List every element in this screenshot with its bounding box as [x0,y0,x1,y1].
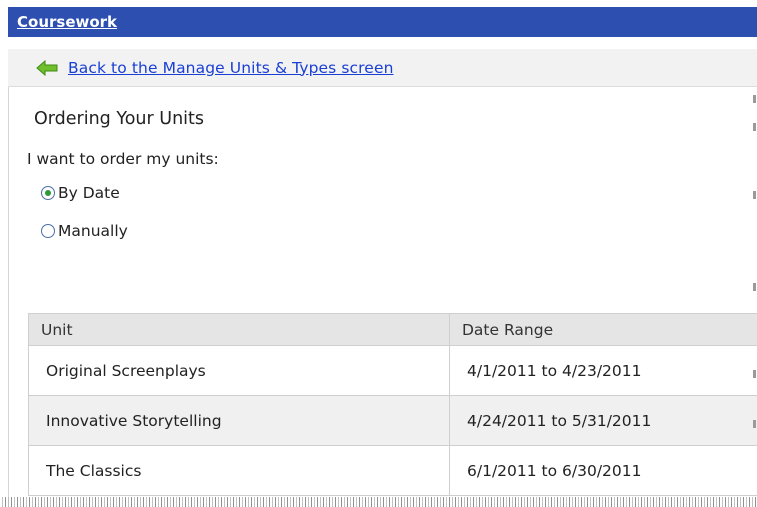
edge-fragment [753,191,756,199]
edge-fragment [753,420,756,428]
back-navigation-bar: Back to the Manage Units & Types screen [8,49,757,87]
radio-manually[interactable] [41,224,55,238]
edge-fragment [753,123,756,131]
table-header-row: Unit Date Range [28,313,757,346]
option-manually-label: Manually [58,222,128,240]
option-manually[interactable]: Manually [41,222,128,240]
cropped-right-edge [749,87,757,507]
back-to-manage-units-link[interactable]: Back to the Manage Units & Types screen [68,59,394,77]
torn-bottom-edge [0,497,757,507]
edge-fragment [753,370,756,378]
edge-fragment [753,283,756,291]
order-prompt: I want to order my units: [27,150,219,168]
option-by-date-label: By Date [58,184,120,202]
unit-cell: Innovative Storytelling [28,395,450,446]
date-range-cell: 6/1/2011 to 6/30/2011 [449,445,757,496]
ordering-panel: Ordering Your Units I want to order my u… [8,87,757,507]
column-header-unit: Unit [28,313,450,346]
date-range-cell: 4/24/2011 to 5/31/2011 [449,395,757,446]
unit-cell: Original Screenplays [28,345,450,396]
coursework-title-link[interactable]: Coursework [17,13,117,31]
left-arrow-icon[interactable] [36,59,58,76]
section-title: Ordering Your Units [34,109,205,129]
radio-by-date[interactable] [41,186,55,200]
table-row: The Classics 6/1/2011 to 6/30/2011 [28,445,757,496]
table-row: Original Screenplays 4/1/2011 to 4/23/20… [28,345,757,396]
units-table: Unit Date Range Original Screenplays 4/1… [28,313,757,496]
unit-cell: The Classics [28,445,450,496]
date-range-cell: 4/1/2011 to 4/23/2011 [449,345,757,396]
table-row: Innovative Storytelling 4/24/2011 to 5/3… [28,395,757,446]
edge-fragment [753,95,756,103]
coursework-header: Coursework [8,7,757,37]
column-header-date-range: Date Range [449,313,757,346]
option-by-date[interactable]: By Date [41,184,120,202]
